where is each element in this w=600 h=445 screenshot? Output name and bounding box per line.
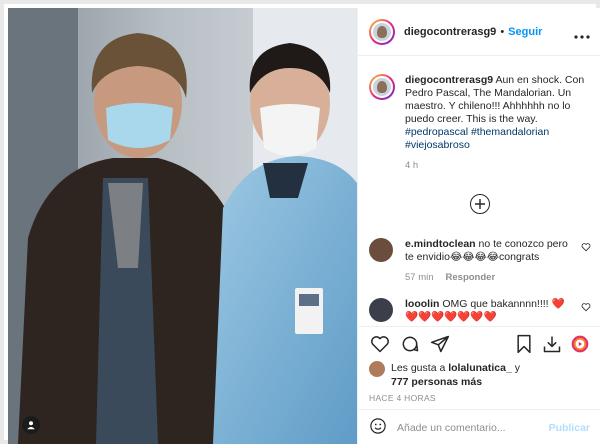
- caption-time: 4 h: [405, 160, 419, 171]
- commenter-avatar[interactable]: [369, 238, 393, 262]
- author-username[interactable]: diegocontrerasg9: [404, 26, 496, 38]
- emoji-icon[interactable]: [369, 417, 387, 438]
- comment-input[interactable]: [397, 421, 549, 434]
- caption-avatar[interactable]: [369, 74, 395, 100]
- comment-item: e.mindtoclean no te conozco pero te envi…: [369, 238, 595, 283]
- comments-section[interactable]: diegocontrerasg9 Aun en shock. Con Pedro…: [358, 56, 600, 326]
- comment-text: looolin OMG que bakannnn!!!! ❤️❤️❤️❤️❤️❤…: [405, 298, 571, 324]
- commenter-username[interactable]: looolin: [405, 298, 439, 310]
- commenter-username[interactable]: e.mindtoclean: [405, 238, 476, 250]
- photo-illustration: [8, 8, 357, 444]
- post-frame: diegocontrerasg9 • Seguir diegocontreras…: [0, 0, 600, 444]
- follow-button[interactable]: Seguir: [508, 26, 542, 38]
- likes-prefix: Les gusta a: [391, 362, 446, 374]
- download-icon[interactable]: [541, 333, 563, 355]
- post-actions: Les gusta a lolalunatica_ y 777 personas…: [358, 326, 600, 444]
- reply-button[interactable]: Responder: [446, 272, 496, 283]
- comment-meta: 57 min Responder: [405, 272, 595, 283]
- caption-hashtags[interactable]: #pedropascal #themandalorian #viejosabro…: [405, 126, 549, 151]
- likes-text: Les gusta a lolalunatica_ y 777 personas…: [391, 361, 520, 389]
- bookmark-icon[interactable]: [513, 333, 535, 355]
- post-photo[interactable]: [8, 8, 357, 444]
- action-icon-row: [369, 333, 591, 357]
- likes-count[interactable]: 777 personas más: [391, 376, 482, 388]
- more-icon[interactable]: [574, 26, 590, 42]
- post-side-panel: diegocontrerasg9 • Seguir diegocontreras…: [357, 8, 600, 444]
- post-timestamp: HACE 4 HORAS: [369, 393, 436, 403]
- caption-username[interactable]: diegocontrerasg9: [405, 74, 493, 86]
- plus-circle-icon[interactable]: [470, 194, 490, 214]
- share-icon[interactable]: [429, 333, 451, 355]
- heart-icon[interactable]: [369, 333, 391, 355]
- caption-text: diegocontrerasg9 Aun en shock. Con Pedro…: [405, 74, 589, 152]
- comment-text: e.mindtoclean no te conozco pero te envi…: [405, 238, 571, 264]
- comment-time: 57 min: [405, 272, 434, 283]
- likes-conjunction: y: [514, 362, 520, 374]
- caption: diegocontrerasg9 Aun en shock. Con Pedro…: [369, 74, 589, 171]
- add-comment-bar: Publicar: [358, 409, 600, 445]
- comment-icon[interactable]: [399, 333, 421, 355]
- comment-heart-icon[interactable]: [581, 302, 591, 315]
- author-avatar[interactable]: [369, 18, 395, 45]
- reel-icon[interactable]: [569, 333, 591, 355]
- comment-item: looolin OMG que bakannnn!!!! ❤️❤️❤️❤️❤️❤…: [369, 298, 595, 324]
- user-tag-icon[interactable]: [22, 416, 40, 434]
- likes-summary: Les gusta a lolalunatica_ y 777 personas…: [369, 361, 591, 389]
- liker-username[interactable]: lolalunatica_: [448, 362, 512, 374]
- liker-avatar[interactable]: [369, 361, 385, 377]
- separator-dot: •: [500, 25, 505, 38]
- post-header: diegocontrerasg9 • Seguir: [358, 8, 600, 56]
- comment-heart-icon[interactable]: [581, 242, 591, 255]
- commenter-avatar[interactable]: [369, 298, 393, 322]
- publish-button[interactable]: Publicar: [549, 422, 590, 434]
